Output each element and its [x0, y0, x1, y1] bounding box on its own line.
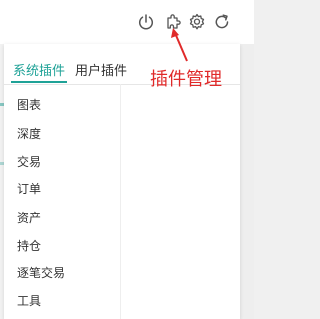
- plugin-icon[interactable]: [163, 12, 183, 32]
- list-item-assets[interactable]: 资产: [17, 209, 41, 226]
- tab-user-plugins[interactable]: 用户插件: [75, 60, 127, 79]
- right-edge: [240, 44, 254, 319]
- list-item-orders[interactable]: 订单: [17, 180, 41, 197]
- list-item-tick-trades[interactable]: 逐笔交易: [17, 264, 65, 281]
- power-icon[interactable]: [136, 12, 156, 32]
- list-item-positions[interactable]: 持仓: [17, 237, 41, 254]
- annotation-label: 插件管理: [150, 69, 222, 90]
- list-item-trade[interactable]: 交易: [17, 153, 41, 170]
- active-tab-indicator: [11, 81, 67, 83]
- list-item-depth[interactable]: 深度: [17, 125, 41, 142]
- refresh-icon[interactable]: [212, 12, 232, 32]
- plugin-list: 图表 深度 交易 订单 资产 持仓 逐笔交易 工具: [4, 84, 121, 319]
- gear-icon[interactable]: [187, 12, 207, 32]
- tab-system-plugins[interactable]: 系统插件: [13, 60, 65, 79]
- list-item-chart[interactable]: 图表: [17, 96, 41, 113]
- list-item-tools[interactable]: 工具: [17, 292, 41, 309]
